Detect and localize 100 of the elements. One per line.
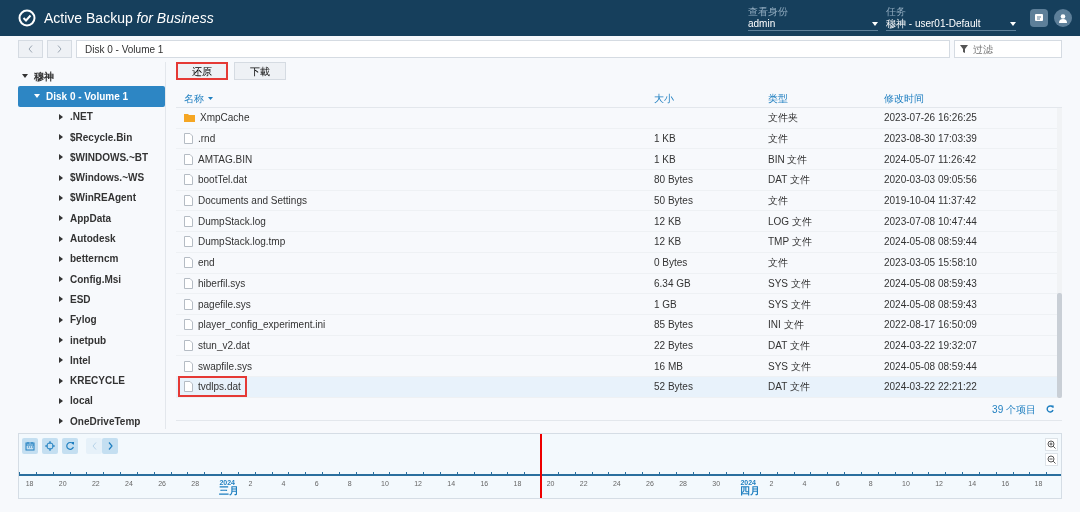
file-type: DAT 文件 <box>768 174 810 186</box>
file-type: DAT 文件 <box>768 381 810 393</box>
user-icon <box>1058 13 1068 23</box>
tree-item[interactable]: Intel <box>18 350 165 371</box>
dropdown[interactable]: 穆神 - user01-Default <box>886 17 1016 30</box>
dropdown[interactable]: admin <box>748 17 878 30</box>
tree-item[interactable]: local <box>18 390 165 412</box>
table-row[interactable]: swapfile.sys 16 MB SYS 文件 2024-05-08 08:59:44 <box>176 356 1057 377</box>
collapsed-caret-icon <box>58 296 64 303</box>
file-size: 6.34 GB <box>654 277 691 289</box>
tree-item[interactable]: Fylog <box>18 309 165 330</box>
file-type: DAT 文件 <box>768 339 810 351</box>
modified-time: 2023-08-30 17:03:39 <box>884 133 977 145</box>
logo-icon <box>18 9 36 27</box>
file-name: XmpCache <box>200 111 250 126</box>
time-marker[interactable] <box>540 434 542 498</box>
modified-time: 2024-03-22 19:32:07 <box>884 339 977 351</box>
tree-item[interactable]: Autodesk <box>18 228 165 249</box>
tree-item[interactable]: inetpub <box>18 329 165 351</box>
file-icon <box>184 195 193 207</box>
file-type: LOG 文件 <box>768 215 812 227</box>
file-type: SYS 文件 <box>768 298 811 310</box>
refresh-button[interactable] <box>1046 405 1054 414</box>
file-type: SYS 文件 <box>768 277 811 289</box>
file-size: 1 GB <box>654 298 677 310</box>
tree-item[interactable]: .NET <box>18 106 165 127</box>
file-name: tvdlps.dat <box>198 380 241 395</box>
file-type: 文件 <box>768 257 788 269</box>
chat-icon <box>1034 13 1044 23</box>
chevron-left-icon <box>91 442 97 450</box>
table-row[interactable]: end 0 Bytes 文件 2023-03-05 15:58:10 <box>176 252 1057 274</box>
expanded-caret-icon <box>34 93 40 100</box>
download-button[interactable]: 下載 <box>234 62 286 80</box>
chevron-right-icon <box>57 45 62 53</box>
modified-time: 2024-03-22 22:21:22 <box>884 381 977 393</box>
message-button[interactable] <box>1030 9 1048 27</box>
zoom-in-button[interactable] <box>1045 438 1058 451</box>
tree-item[interactable]: $Windows.~WS <box>18 167 165 188</box>
column-header[interactable]: 名称 <box>184 90 213 106</box>
column-header[interactable]: 大小 <box>654 90 674 106</box>
table-row[interactable]: Documents and Settings 50 Bytes 文件 2019-10-04 11:37:42 <box>176 190 1057 212</box>
file-name: swapfile.sys <box>198 359 252 374</box>
file-name: end <box>198 256 215 271</box>
file-icon <box>184 174 193 186</box>
crosshair-icon <box>45 441 55 451</box>
month-label: 四月 <box>740 486 761 496</box>
table-row[interactable]: hiberfil.sys 6.34 GB SYS 文件 2024-05-08 08:59:43 <box>176 273 1057 295</box>
zoom-out-button[interactable] <box>1045 453 1058 466</box>
modified-time: 2024-05-08 08:59:43 <box>884 277 977 289</box>
file-name: player_config_experiment.ini <box>198 318 326 333</box>
file-icon <box>184 319 193 331</box>
tree-item[interactable]: Config.Msi <box>18 268 165 290</box>
tree-item[interactable]: $WinREAgent <box>18 187 165 209</box>
zoom-in-icon <box>1047 440 1056 449</box>
file-name: .rnd <box>198 132 216 147</box>
item-count: 39 个项目 <box>992 402 1036 417</box>
calendar-button[interactable] <box>22 438 38 454</box>
file-size: 16 MB <box>654 360 683 372</box>
file-type: TMP 文件 <box>768 236 812 248</box>
restore-button[interactable]: 还原 <box>176 62 228 80</box>
table-row[interactable]: XmpCache 文件夹 2023-07-26 16:26:25 <box>176 108 1057 129</box>
expanded-caret-icon <box>22 73 28 80</box>
tree-item[interactable]: ESD <box>18 289 165 310</box>
locate-button[interactable] <box>42 438 58 454</box>
tree-item[interactable]: $WINDOWS.~BT <box>18 147 165 168</box>
table-row[interactable]: .rnd 1 KB 文件 2023-08-30 17:03:39 <box>176 128 1057 150</box>
modified-time: 2024-05-07 11:26:42 <box>884 153 977 165</box>
file-size: 80 Bytes <box>654 174 693 186</box>
table-row[interactable]: DumpStack.log.tmp 12 KB TMP 文件 2024-05-08 08:59:44 <box>176 232 1057 253</box>
table-row[interactable]: bootTel.dat 80 Bytes DAT 文件 2020-03-03 09:05:56 <box>176 170 1057 191</box>
tree-item[interactable]: betterncm <box>18 248 165 269</box>
file-type: 文件 <box>768 195 788 207</box>
file-name: hiberfil.sys <box>198 276 246 291</box>
tree-item[interactable]: OneDriveTemp <box>18 411 165 432</box>
column-header[interactable]: 修改时间 <box>884 90 924 106</box>
tree-item[interactable]: KRECYCLE <box>18 370 165 391</box>
table-row[interactable]: tvdlps.dat 52 Bytes DAT 文件 2024-03-22 22:21:22 <box>176 376 1057 398</box>
file-icon <box>184 257 193 269</box>
scrollbar-thumb[interactable] <box>1057 293 1062 398</box>
tree-item[interactable]: AppData <box>18 208 165 229</box>
file-type: 文件 <box>768 133 788 145</box>
tree-item[interactable]: Disk 0 - Volume 1 <box>18 86 165 107</box>
table-row[interactable]: player_config_experiment.ini 85 Bytes INI 文件 2022-08-17 16:50:09 <box>176 314 1057 336</box>
tree-item[interactable]: $Recycle.Bin <box>18 126 165 148</box>
table-row[interactable]: stun_v2.dat 22 Bytes DAT 文件 2024-03-22 19:32:07 <box>176 335 1057 357</box>
next-button[interactable] <box>102 438 118 454</box>
filter-field[interactable]: 过滤 <box>954 40 1062 58</box>
modified-time: 2020-03-03 09:05:56 <box>884 174 977 186</box>
column-header[interactable]: 类型 <box>768 90 788 106</box>
table-row[interactable]: AMTAG.BIN 1 KB BIN 文件 2024-05-07 11:26:42 <box>176 149 1057 171</box>
file-name: stun_v2.dat <box>198 338 250 353</box>
table-row[interactable]: DumpStack.log 12 KB LOG 文件 2023-07-08 10:47:44 <box>176 211 1057 233</box>
file-icon <box>184 153 193 165</box>
table-row[interactable]: pagefile.sys 1 GB SYS 文件 2024-05-08 08:59:43 <box>176 294 1057 315</box>
user-button[interactable] <box>1054 9 1072 27</box>
tree-item[interactable]: 穆神 <box>18 66 165 87</box>
modified-time: 2024-05-08 08:59:44 <box>884 360 977 372</box>
collapsed-caret-icon <box>58 194 64 201</box>
path-field[interactable]: Disk 0 - Volume 1 <box>76 40 950 58</box>
refresh-button[interactable] <box>62 438 78 454</box>
